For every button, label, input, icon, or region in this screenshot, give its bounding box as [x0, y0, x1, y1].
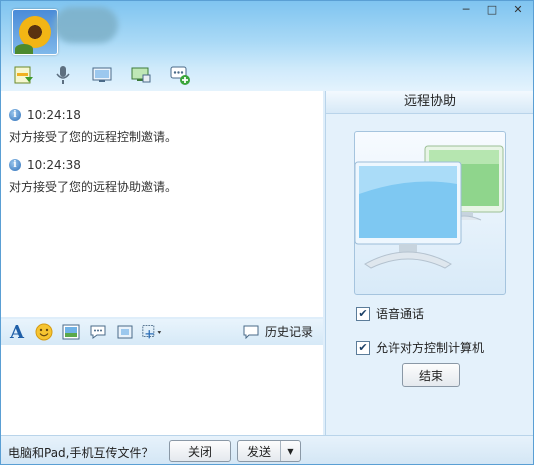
- send-button-group: 发送 ▼: [237, 440, 301, 462]
- remote-assist-panel: 远程协助 ✔ 语音通话 ✔ 允许对方控制计算机 结束: [325, 91, 533, 435]
- format-toolbar: A 历史记录: [1, 319, 323, 345]
- history-icon: [243, 325, 259, 339]
- message-input[interactable]: [1, 345, 323, 435]
- minimize-button[interactable]: ─: [455, 1, 477, 17]
- screen-capture-icon[interactable]: [141, 321, 163, 343]
- file-transfer-icon[interactable]: [11, 63, 37, 87]
- emoji-icon[interactable]: [33, 321, 55, 343]
- send-button[interactable]: 发送: [238, 441, 280, 461]
- checkbox-checked-icon: ✔: [356, 340, 370, 355]
- checkbox-checked-icon: ✔: [356, 306, 370, 321]
- title-bar: ─ □ ✕: [1, 1, 533, 91]
- remote-panel-title: 远程协助: [326, 91, 533, 114]
- info-icon: i: [9, 109, 21, 121]
- remote-screens-illustration: [354, 131, 506, 295]
- message-time: 10:24:38: [27, 158, 81, 172]
- history-button[interactable]: 历史记录: [243, 323, 313, 340]
- message-time: 10:24:18: [27, 108, 81, 122]
- end-session-button[interactable]: 结束: [402, 363, 460, 387]
- file-transfer-promo-link[interactable]: 电脑和Pad,手机互传文件？: [8, 444, 153, 461]
- image-icon[interactable]: [60, 321, 82, 343]
- message-text: 对方接受了您的远程控制邀请。: [9, 130, 178, 144]
- system-message: i 10:24:18 对方接受了您的远程控制邀请。: [9, 107, 177, 145]
- screenshot-icon[interactable]: [114, 321, 136, 343]
- info-icon: i: [9, 159, 21, 171]
- blurred-contact-name: [54, 7, 118, 43]
- chevron-down-icon: ▼: [287, 446, 294, 456]
- avatar[interactable]: [12, 9, 58, 55]
- system-message: i 10:24:38 对方接受了您的远程协助邀请。: [9, 157, 177, 195]
- voice-call-label: 语音通话: [376, 307, 425, 321]
- send-options-dropdown[interactable]: ▼: [280, 441, 300, 461]
- chat-history[interactable]: i 10:24:18 对方接受了您的远程控制邀请。 i 10:24:38 对方接…: [1, 91, 323, 317]
- window-controls: ─ □ ✕: [455, 1, 529, 17]
- voice-call-checkbox[interactable]: ✔ 语音通话: [356, 305, 424, 322]
- quick-reply-icon[interactable]: [87, 321, 109, 343]
- leaf-shape: [15, 44, 33, 54]
- add-app-icon[interactable]: [167, 63, 193, 87]
- toolbar: [11, 63, 193, 87]
- chat-window: ─ □ ✕ i 10:24:18 对方接受了您的远程控制邀请。 i 10:24:…: [0, 0, 534, 465]
- close-button[interactable]: 关闭: [169, 440, 231, 462]
- font-icon[interactable]: A: [6, 321, 28, 343]
- voice-icon[interactable]: [50, 63, 76, 87]
- remote-desktop-icon[interactable]: [128, 63, 154, 87]
- video-icon[interactable]: [89, 63, 115, 87]
- bottom-bar: 电脑和Pad,手机互传文件？ 关闭 发送 ▼: [1, 435, 533, 464]
- allow-control-label: 允许对方控制计算机: [376, 341, 485, 355]
- message-text: 对方接受了您的远程协助邀请。: [9, 180, 178, 194]
- close-window-button[interactable]: ✕: [507, 1, 529, 17]
- maximize-button[interactable]: □: [481, 1, 503, 17]
- history-label: 历史记录: [264, 325, 313, 339]
- allow-control-checkbox[interactable]: ✔ 允许对方控制计算机: [356, 339, 484, 356]
